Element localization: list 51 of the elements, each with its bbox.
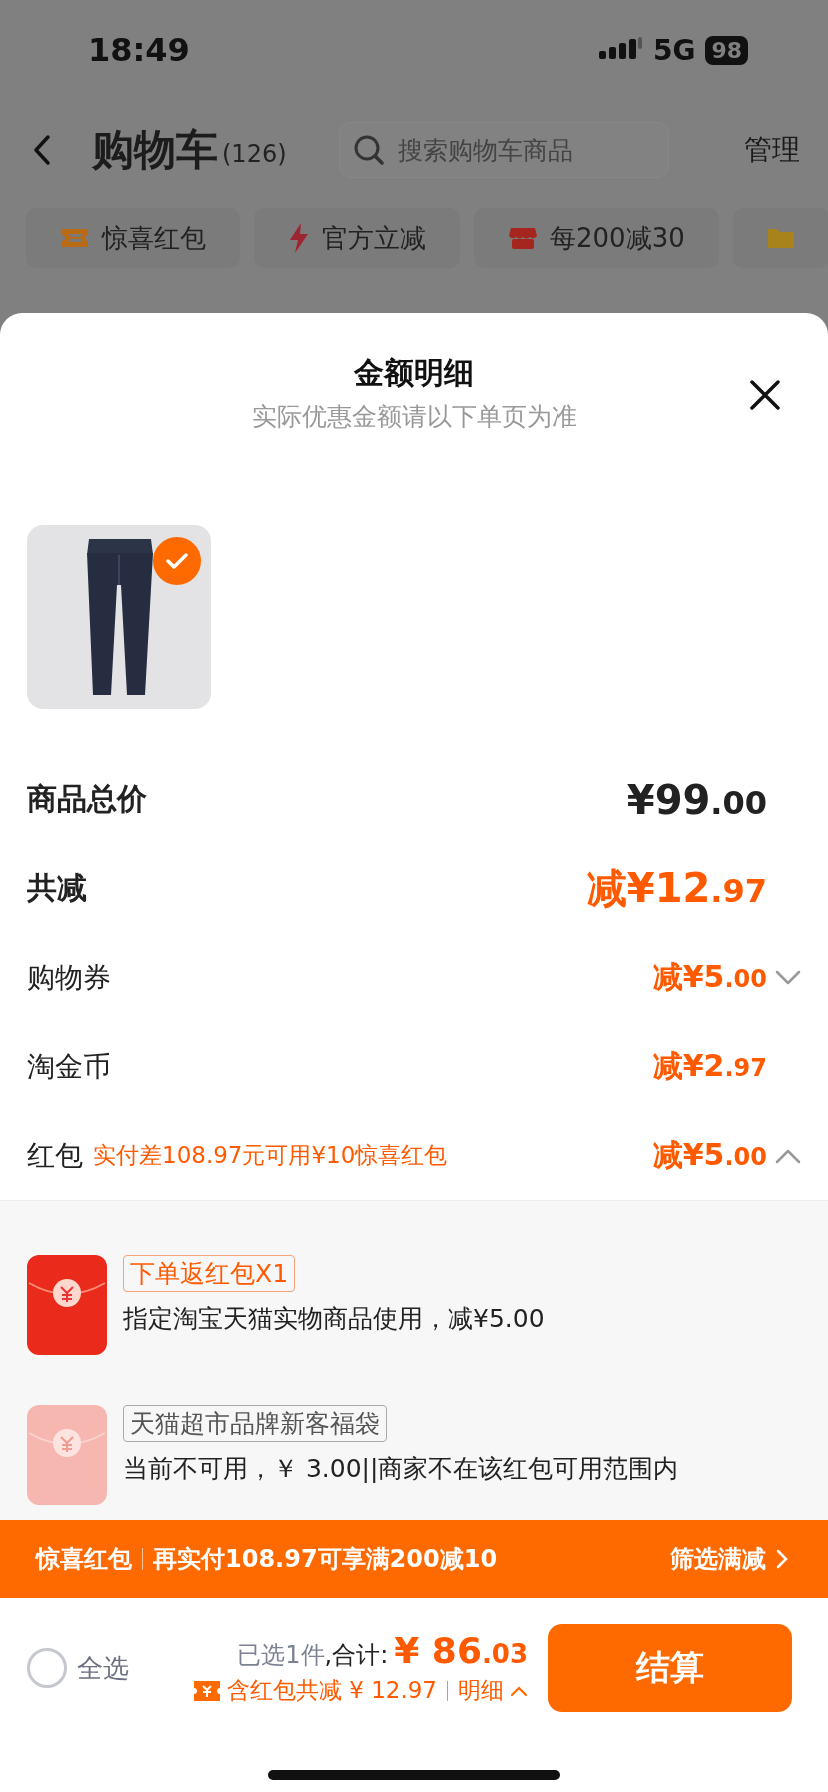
manage-button[interactable]: 管理 [744, 131, 800, 169]
search-field[interactable]: 搜索购物车商品 [338, 122, 669, 178]
amount-value: 减¥5.00 [652, 958, 767, 996]
row-label: 淘金币 [27, 1048, 111, 1085]
filter-chip[interactable]: 官方立减 [254, 208, 460, 268]
sheet-subtitle: 实际优惠金额请以下单页为准 [251, 401, 577, 433]
select-all-radio[interactable] [27, 1648, 67, 1688]
row-label: 商品总价 [27, 780, 147, 818]
page-title: 购物车 [92, 124, 218, 176]
chevron-icon[interactable] [775, 969, 801, 986]
chevron-icon[interactable] [775, 1147, 801, 1164]
filter-chip[interactable]: 惊喜红包 [26, 208, 240, 268]
ticket-icon [60, 226, 90, 250]
search-icon [352, 134, 385, 166]
banner-title: 惊喜红包 [36, 1544, 132, 1575]
chevron-up-icon[interactable] [510, 1684, 528, 1697]
network-label: 5G [652, 33, 696, 67]
selected-count: 已选1件 [237, 1640, 325, 1671]
amount-value: 减¥12.97 [586, 864, 767, 913]
filter-chip[interactable]: 每200减30 [474, 208, 719, 268]
close-icon[interactable] [749, 379, 781, 411]
saving-text: 含红包共减 ¥ 12.97 [226, 1676, 437, 1705]
row-label: 共减 [27, 869, 87, 907]
checkmark-icon [165, 551, 189, 571]
total-label: ,合计: [324, 1640, 389, 1671]
sheet-title: 金额明细 [354, 354, 474, 392]
folder-icon [766, 226, 795, 250]
amount-value: ¥99.00 [626, 776, 767, 823]
amount-value: 减¥5.00 [652, 1136, 767, 1174]
packet-tag: 下单返红包X1 [123, 1255, 296, 1292]
banner-text: 再实付108.97可享满200减10 [153, 1544, 498, 1575]
detail-link[interactable]: 明细 [458, 1675, 504, 1706]
lightning-icon [288, 223, 310, 253]
packet-tag: 天猫超市品牌新客福袋 [123, 1405, 387, 1442]
chevron-right-icon[interactable] [776, 1549, 788, 1569]
row-note: 实付差108.97元可用¥10惊喜红包 [93, 1141, 448, 1170]
back-icon[interactable] [32, 134, 52, 166]
row-label: 购物券 [27, 959, 111, 996]
select-all-label[interactable]: 全选 [77, 1650, 129, 1686]
packet-description: 当前不可用，￥ 3.00||商家不在该红包可用范围内 [123, 1453, 679, 1485]
status-time: 18:49 [88, 31, 190, 69]
row-label: 红包 [27, 1137, 83, 1174]
shop-icon [508, 226, 538, 250]
amount-value: 减¥2.97 [652, 1047, 767, 1085]
checkout-button[interactable]: 结算 [548, 1624, 792, 1712]
total-price: ¥ 86.03 [394, 1630, 528, 1671]
battery-indicator: 98 [705, 35, 748, 65]
coupon-icon [192, 1678, 221, 1703]
packet-description: 指定淘宝天猫实物商品使用，减¥5.00 [123, 1303, 545, 1335]
filter-link[interactable]: 筛选满减 [670, 1543, 766, 1575]
cart-count: (126) [222, 140, 287, 168]
